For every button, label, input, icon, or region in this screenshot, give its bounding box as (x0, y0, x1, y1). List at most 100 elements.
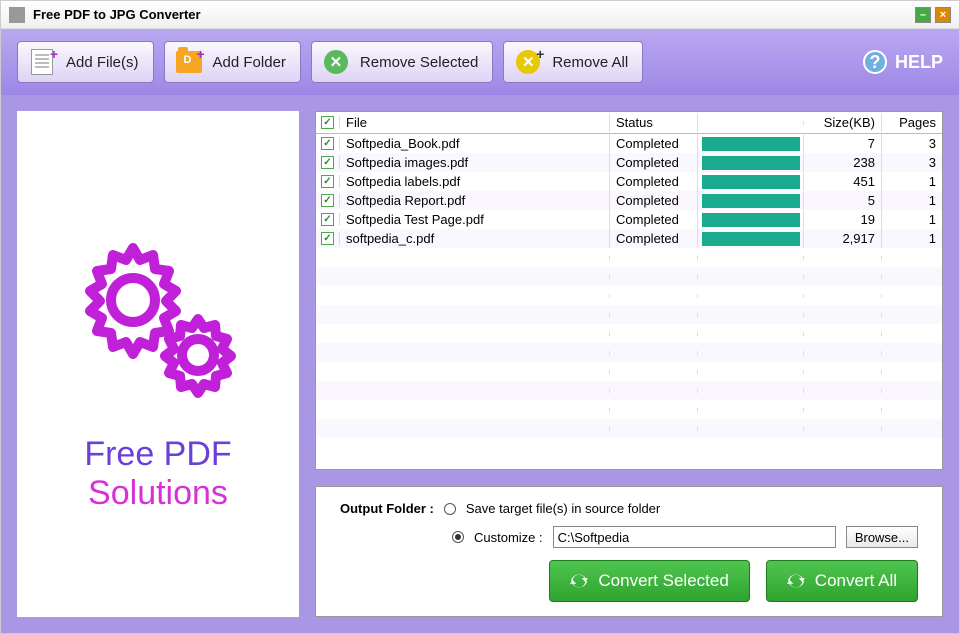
cell-pages: 3 (882, 134, 942, 153)
convert-selected-label: Convert Selected (598, 571, 728, 591)
remove-all-button[interactable]: ✕+ Remove All (503, 41, 643, 83)
cell-size: 7 (804, 134, 882, 153)
cell-pages: 1 (882, 191, 942, 210)
table-row[interactable]: softpedia_c.pdfCompleted 2,9171 (316, 229, 942, 248)
cell-file: softpedia_c.pdf (340, 229, 610, 248)
cell-pages: 1 (882, 229, 942, 248)
cell-progress (698, 173, 804, 191)
output-path-input[interactable] (553, 526, 836, 548)
table-row[interactable]: Softpedia Test Page.pdfCompleted191 (316, 210, 942, 229)
refresh-icon (787, 572, 805, 590)
header-file[interactable]: File (340, 113, 610, 132)
minimize-button[interactable]: – (915, 7, 931, 23)
table-row (316, 362, 942, 381)
cell-file: Softpedia labels.pdf (340, 172, 610, 191)
cell-status: Completed (610, 172, 698, 191)
table-row[interactable]: Softpedia Report.pdfCompleted 51 (316, 191, 942, 210)
row-checkbox[interactable] (316, 194, 340, 207)
cell-size: 2,917 (804, 229, 882, 248)
help-button[interactable]: ? HELP (863, 50, 943, 74)
output-folder-label: Output Folder : (340, 501, 434, 516)
toolbar: + Add File(s) + Add Folder ✕ Remove Sele… (1, 29, 959, 95)
cell-progress (698, 192, 804, 210)
cell-file: Softpedia Test Page.pdf (340, 210, 610, 229)
customize-label: Customize : (474, 530, 543, 545)
customize-row: Customize : Browse... (452, 526, 918, 548)
convert-all-button[interactable]: Convert All (766, 560, 918, 602)
header-status[interactable]: Status (610, 113, 698, 132)
table-row (316, 324, 942, 343)
titlebar: Free PDF to JPG Converter – × (1, 1, 959, 29)
table-row (316, 305, 942, 324)
header-progress (698, 121, 804, 125)
cell-status: Completed (610, 153, 698, 172)
output-folder-row: Output Folder : Save target file(s) in s… (340, 501, 918, 516)
titlebar-text: Free PDF to JPG Converter (33, 7, 915, 22)
header-pages[interactable]: Pages (882, 113, 942, 132)
radio-customize[interactable] (452, 531, 464, 543)
brand-line-2: Solutions (84, 474, 231, 513)
table-row[interactable]: Softpedia_Book.pdfCompleted 73 (316, 134, 942, 153)
add-folder-label: Add Folder (213, 54, 286, 71)
cell-size: 5 (804, 191, 882, 210)
row-checkbox[interactable] (316, 175, 340, 188)
content-area: Free PDF Solutions File Status Size(KB) … (1, 95, 959, 633)
document-icon: + (28, 48, 56, 76)
header-size[interactable]: Size(KB) (804, 113, 882, 132)
window-controls: – × (915, 7, 951, 23)
convert-all-label: Convert All (815, 571, 897, 591)
x-icon: ✕ (322, 48, 350, 76)
cell-status: Completed (610, 229, 698, 248)
cell-pages: 3 (882, 153, 942, 172)
cell-progress (698, 154, 804, 172)
table-row (316, 343, 942, 362)
convert-row: Convert Selected Convert All (340, 560, 918, 602)
cell-file: Softpedia images.pdf (340, 153, 610, 172)
table-header: File Status Size(KB) Pages (316, 112, 942, 134)
cell-size: 19 (804, 210, 882, 229)
cell-file: Softpedia_Book.pdf (340, 134, 610, 153)
cell-file: Softpedia Report.pdf (340, 191, 610, 210)
table-row[interactable]: Softpedia labels.pdfCompleted4511 (316, 172, 942, 191)
table-row (316, 381, 942, 400)
help-icon: ? (863, 50, 887, 74)
help-label: HELP (895, 52, 943, 73)
brand-line-1: Free PDF (84, 435, 231, 474)
table-row (316, 286, 942, 305)
file-table: File Status Size(KB) Pages Softpedia_Boo… (315, 111, 943, 470)
cell-status: Completed (610, 134, 698, 153)
row-checkbox[interactable] (316, 232, 340, 245)
table-body: Softpedia_Book.pdfCompleted73Softpedia i… (316, 134, 942, 469)
gears-icon (58, 215, 258, 415)
table-row[interactable]: Softpedia images.pdfCompleted 2383 (316, 153, 942, 172)
remove-all-label: Remove All (552, 54, 628, 71)
cell-progress (698, 211, 804, 229)
cell-progress (698, 230, 804, 248)
remove-selected-button[interactable]: ✕ Remove Selected (311, 41, 493, 83)
row-checkbox[interactable] (316, 137, 340, 150)
add-files-button[interactable]: + Add File(s) (17, 41, 154, 83)
cell-progress (698, 135, 804, 153)
radio-save-source[interactable] (444, 503, 456, 515)
brand-text: Free PDF Solutions (84, 435, 231, 513)
table-row (316, 248, 942, 267)
refresh-icon (570, 572, 588, 590)
row-checkbox[interactable] (316, 156, 340, 169)
cell-size: 238 (804, 153, 882, 172)
save-source-label: Save target file(s) in source folder (466, 501, 660, 516)
browse-button[interactable]: Browse... (846, 526, 918, 548)
add-files-label: Add File(s) (66, 54, 139, 71)
app-icon (9, 7, 25, 23)
cell-status: Completed (610, 191, 698, 210)
folder-icon: + (175, 48, 203, 76)
convert-selected-button[interactable]: Convert Selected (549, 560, 749, 602)
add-folder-button[interactable]: + Add Folder (164, 41, 301, 83)
table-row (316, 267, 942, 286)
sidebar-logo-panel: Free PDF Solutions (17, 111, 299, 617)
close-button[interactable]: × (935, 7, 951, 23)
x-icon: ✕+ (514, 48, 542, 76)
app-window: Free PDF to JPG Converter – × + Add File… (0, 0, 960, 634)
header-checkbox[interactable] (316, 116, 340, 129)
main-area: File Status Size(KB) Pages Softpedia_Boo… (315, 111, 943, 617)
row-checkbox[interactable] (316, 213, 340, 226)
